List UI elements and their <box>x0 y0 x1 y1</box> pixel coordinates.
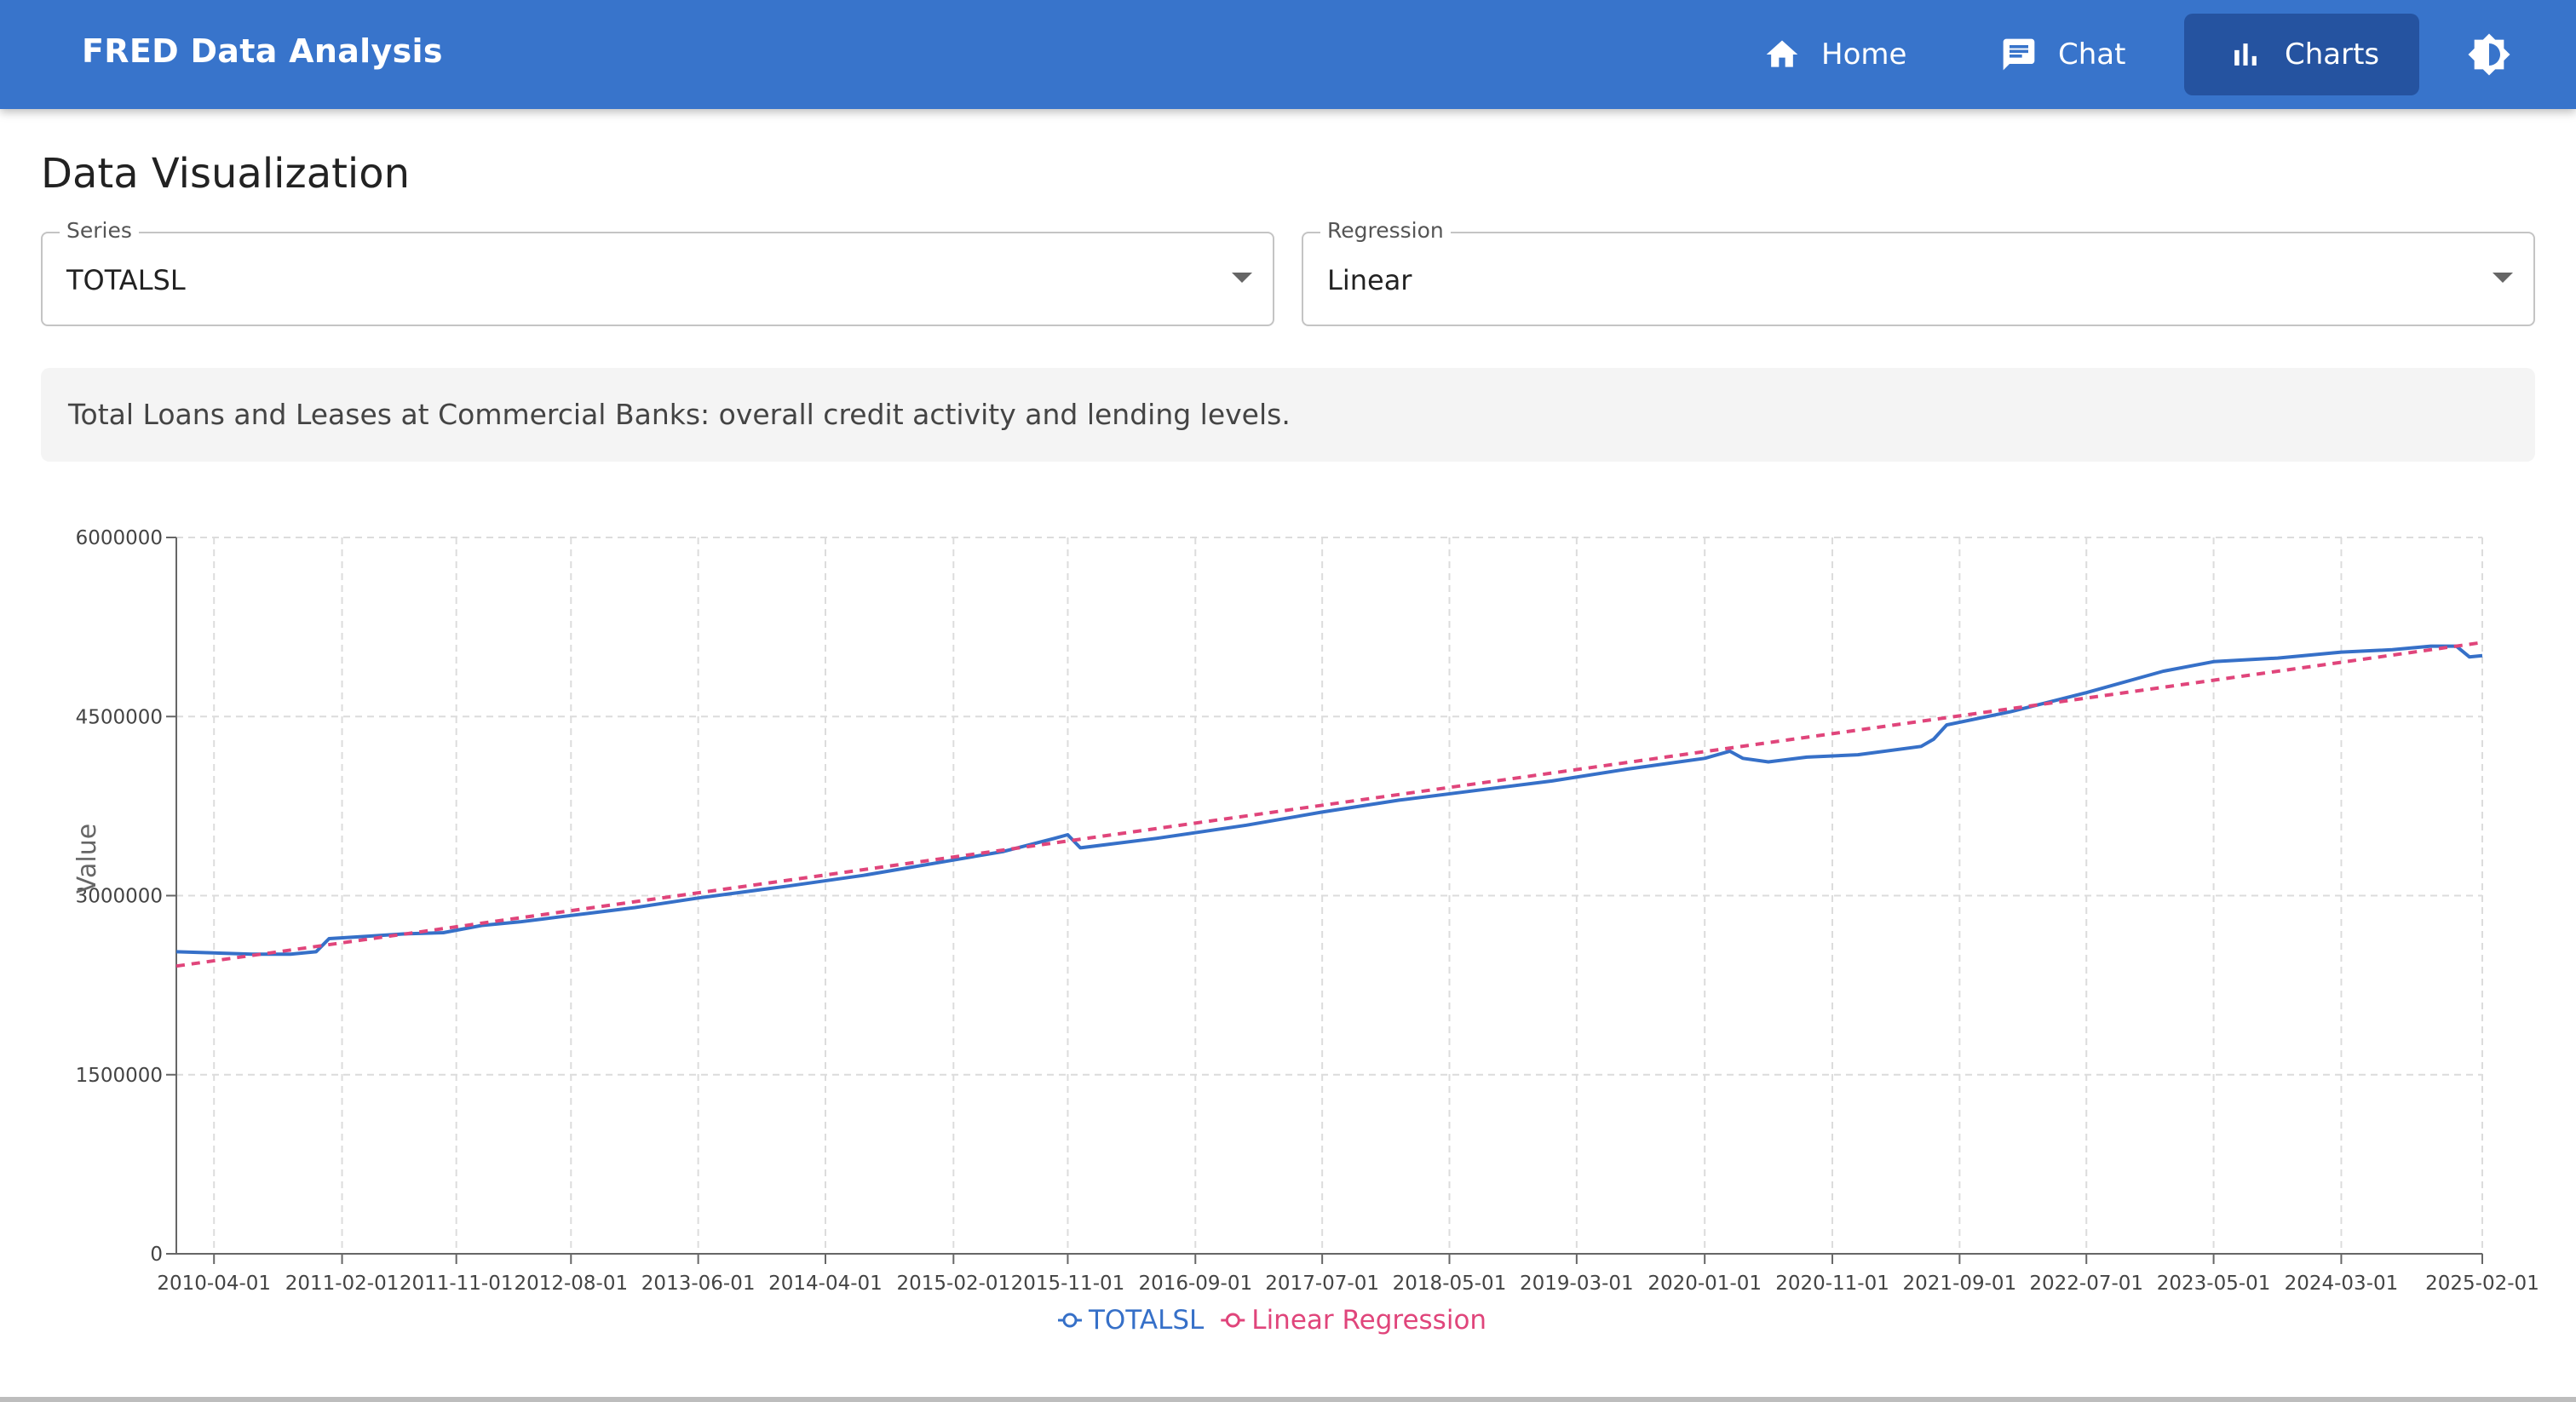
legend-item-label: Linear Regression <box>1251 1305 1486 1336</box>
chevron-down-icon <box>1232 273 1252 283</box>
axes: 015000003000000450000060000002010-04-01 2… <box>76 527 2539 1295</box>
x-tick-label: 2010-04-01 <box>157 1273 271 1295</box>
series-description-text: Total Loans and Leases at Commercial Ban… <box>68 398 1291 431</box>
regression-select[interactable]: Regression Linear <box>1302 218 2535 326</box>
nav-home-label: Home <box>1821 37 1907 72</box>
chat-icon <box>2003 38 2035 71</box>
x-tick-label: 2011-02-01 <box>285 1273 400 1295</box>
app-title[interactable]: FRED Data Analysis <box>82 32 443 70</box>
y-tick-label: 1500000 <box>76 1065 163 1087</box>
x-tick-label: 2019-03-01 <box>1520 1273 1634 1295</box>
x-tick-label: 2012-08-01 <box>514 1273 628 1295</box>
y-tick-label: 4500000 <box>76 706 163 728</box>
series-select-label: Series <box>60 218 139 243</box>
legend-swatch-marker <box>1062 1313 1078 1328</box>
legend[interactable]: TOTALSL Linear Regression <box>1058 1305 1486 1336</box>
legend-item-label: TOTALSL <box>1088 1305 1205 1336</box>
y-axis-label: Value <box>72 824 102 893</box>
bar-chart-icon <box>2234 43 2257 66</box>
x-tick-label: 2015-11-01 <box>1011 1273 1125 1295</box>
nav-home-button[interactable]: Home <box>1763 14 1934 95</box>
y-tick-label: 0 <box>150 1244 163 1266</box>
legend-swatch-marker <box>1225 1313 1240 1328</box>
x-tick-label: 2024-03-01 <box>2285 1273 2399 1295</box>
x-tick-label: 2017-07-01 <box>1265 1273 1379 1295</box>
x-tick-label: 2013-06-01 <box>641 1273 756 1295</box>
nav-chat-button[interactable]: Chat <box>2000 14 2162 95</box>
chevron-down-icon <box>2493 273 2513 283</box>
series-description: Total Loans and Leases at Commercial Ban… <box>41 368 2535 462</box>
home-icon <box>1766 40 1798 67</box>
bottom-divider <box>0 1397 2576 1402</box>
regression-select-label: Regression <box>1320 218 1451 243</box>
series <box>175 641 2483 968</box>
x-tick-label: 2021-09-01 <box>1903 1273 2017 1295</box>
nav-charts-label: Charts <box>2285 37 2380 72</box>
x-tick-label: 2025-02-01 <box>2425 1273 2539 1295</box>
x-tick-label: 2023-05-01 <box>2157 1273 2271 1295</box>
line-chart[interactable]: 015000003000000450000060000002010-04-01 2… <box>0 477 2576 1397</box>
x-tick-label: 2011-11-01 <box>400 1273 514 1295</box>
x-tick-label: 2014-04-01 <box>768 1273 883 1295</box>
x-tick-label: 2018-05-01 <box>1393 1273 1507 1295</box>
app-bar: FRED Data Analysis Home Chat Charts <box>0 0 2576 109</box>
grid <box>176 537 2483 1255</box>
nav-chat-label: Chat <box>2058 37 2126 72</box>
regression-line <box>175 641 2483 968</box>
y-tick-label: 6000000 <box>76 527 163 549</box>
series-select[interactable]: Series TOTALSL <box>41 218 1274 326</box>
page-title: Data Visualization <box>41 150 411 198</box>
x-tick-label: 2016-09-01 <box>1138 1273 1252 1295</box>
nav-charts-button[interactable]: Charts <box>2184 14 2419 95</box>
series-select-value: TOTALSL <box>66 264 186 296</box>
regression-select-value: Linear <box>1327 264 1412 296</box>
x-tick-label: 2015-02-01 <box>896 1273 1010 1295</box>
x-tick-label: 2020-01-01 <box>1647 1273 1762 1295</box>
x-tick-label: 2020-11-01 <box>1775 1273 1889 1295</box>
brightness-icon[interactable] <box>2467 32 2511 77</box>
x-tick-label: 2022-07-01 <box>2029 1273 2143 1295</box>
